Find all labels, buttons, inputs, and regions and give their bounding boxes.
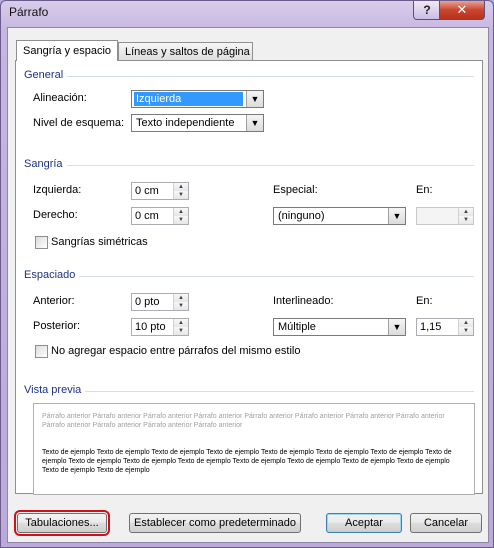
indent-left-value: 0 cm [135, 185, 159, 197]
spin-up-icon[interactable]: ▲ [173, 183, 188, 191]
tab-indent-spacing[interactable]: Sangría y espacio [16, 40, 118, 61]
special-indent-value: (ninguno) [278, 210, 325, 222]
line-spacing-select[interactable]: Múltiple ▼ [273, 318, 406, 336]
ok-button[interactable]: Aceptar [326, 513, 402, 533]
spacing-after-value: 10 pto [135, 321, 166, 333]
paragraph-dialog: Párrafo ? ✕ Sangría y espacio Líneas y s… [0, 0, 494, 548]
line-spacing-at-input[interactable]: 1,15 ▲ ▼ [416, 318, 474, 336]
help-button[interactable]: ? [413, 1, 441, 20]
close-icon: ✕ [456, 2, 468, 17]
outline-level-select[interactable]: Texto independiente ▼ [131, 114, 264, 132]
preview-sample-text: Texto de ejemplo Texto de ejemplo Texto … [42, 449, 452, 474]
outline-level-value: Texto independiente [136, 117, 235, 129]
spin-up-icon[interactable]: ▲ [173, 208, 188, 216]
spin-down-icon[interactable]: ▼ [458, 327, 473, 335]
spin-up-icon[interactable]: ▲ [173, 294, 188, 302]
group-heading: General [24, 69, 68, 81]
indent-group: Sangría [24, 158, 474, 172]
indent-left-input[interactable]: 0 cm ▲ ▼ [131, 182, 189, 200]
chevron-down-icon[interactable]: ▼ [246, 91, 263, 107]
help-icon: ? [423, 3, 431, 17]
line-spacing-at-label: En: [416, 295, 433, 307]
tabs-button[interactable]: Tabulaciones... [14, 510, 110, 536]
indent-right-input[interactable]: 0 cm ▲ ▼ [131, 207, 189, 225]
chevron-down-icon[interactable]: ▼ [388, 208, 405, 224]
special-indent-select[interactable]: (ninguno) ▼ [273, 207, 406, 225]
preview-box: Párrafo anterior Párrafo anterior Párraf… [33, 403, 475, 495]
tab-label: Sangría y espacio [23, 45, 112, 57]
spin-down-icon[interactable]: ▼ [458, 216, 473, 224]
indent-right-value: 0 cm [135, 210, 159, 222]
tab-label: Líneas y saltos de página [125, 46, 250, 58]
spin-down-icon[interactable]: ▼ [173, 327, 188, 335]
window-title: Párrafo [9, 5, 49, 19]
no-space-same-style-checkbox[interactable] [35, 345, 48, 358]
line-spacing-at-value: 1,15 [420, 321, 442, 333]
spin-down-icon[interactable]: ▼ [173, 191, 188, 199]
button-label: Aceptar [345, 517, 383, 529]
button-label: Tabulaciones... [25, 517, 99, 529]
spacing-before-label: Anterior: [33, 295, 75, 307]
preview-group: Vista previa [24, 384, 474, 398]
tab-panel: General Alineación: Izquierda ▼ Nivel de… [15, 60, 483, 495]
group-heading: Sangría [24, 158, 67, 170]
spin-up-icon[interactable]: ▲ [458, 208, 473, 216]
cancel-button[interactable]: Cancelar [410, 513, 482, 533]
special-indent-label: Especial: [273, 184, 318, 196]
spin-up-icon[interactable]: ▲ [458, 319, 473, 327]
spin-up-icon[interactable]: ▲ [173, 319, 188, 327]
indent-by-label: En: [416, 184, 433, 196]
set-default-button[interactable]: Establecer como predeterminado [129, 513, 301, 533]
spacing-group: Espaciado [24, 269, 474, 283]
button-label: Cancelar [423, 517, 469, 529]
spin-down-icon[interactable]: ▼ [173, 216, 188, 224]
title-bar[interactable]: Párrafo ? ✕ [1, 1, 493, 25]
indent-by-input[interactable]: ▲ ▼ [416, 207, 474, 225]
mirror-indents-label: Sangrías simétricas [51, 236, 148, 248]
close-button[interactable]: ✕ [439, 1, 485, 20]
group-heading: Espaciado [24, 269, 80, 281]
spacing-before-input[interactable]: 0 pto ▲ ▼ [131, 293, 189, 311]
no-space-same-style-label: No agregar espacio entre párrafos del mi… [51, 345, 301, 357]
tab-line-page-breaks[interactable]: Líneas y saltos de página [118, 42, 253, 61]
indent-left-label: Izquierda: [33, 184, 82, 196]
group-heading: Vista previa [24, 384, 86, 396]
button-label: Establecer como predeterminado [133, 517, 297, 529]
chevron-down-icon[interactable]: ▼ [388, 319, 405, 335]
chevron-down-icon[interactable]: ▼ [246, 115, 263, 131]
alignment-select[interactable]: Izquierda ▼ [131, 90, 264, 108]
spacing-before-value: 0 pto [135, 296, 160, 308]
spacing-after-input[interactable]: 10 pto ▲ ▼ [131, 318, 189, 336]
alignment-value: Izquierda [134, 92, 243, 106]
line-spacing-label: Interlineado: [273, 295, 334, 307]
preview-previous-paragraph: Párrafo anterior Párrafo anterior Párraf… [42, 413, 445, 429]
spacing-after-label: Posterior: [33, 320, 81, 332]
outline-level-label: Nivel de esquema: [33, 117, 125, 129]
alignment-label: Alineación: [33, 92, 87, 104]
indent-right-label: Derecho: [33, 209, 78, 221]
dialog-body: Sangría y espacio Líneas y saltos de pág… [7, 27, 489, 543]
mirror-indents-checkbox[interactable] [35, 236, 48, 249]
line-spacing-value: Múltiple [278, 321, 316, 333]
spin-down-icon[interactable]: ▼ [173, 302, 188, 310]
general-group: General [24, 69, 474, 83]
